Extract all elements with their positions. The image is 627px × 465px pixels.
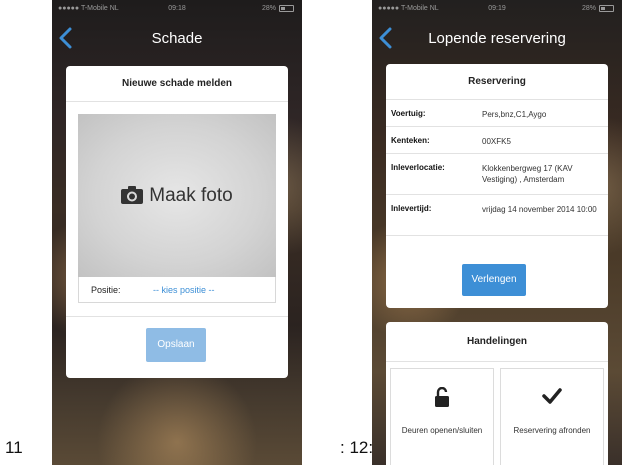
detail-row-vehicle: Voertuig: Pers,bnz,C1,Aygo [386, 100, 608, 127]
save-button[interactable]: Opslaan [146, 328, 206, 362]
camera-icon [121, 186, 144, 204]
detail-value: 00XFK5 [482, 137, 511, 146]
detail-key: Kenteken: [391, 136, 430, 145]
take-photo-button[interactable]: Maak foto [78, 114, 276, 277]
position-row: Positie: -- kies positie -- [78, 277, 276, 303]
detail-row-return-location: Inleverlocatie: Klokkenbergweg 17 (KAV V… [386, 154, 608, 195]
figure-caption-12: : 12: [340, 438, 374, 457]
detail-value: vrijdag 14 november 2014 10:00 [482, 205, 597, 214]
phone-screen-reservation: ●●●●● T-Mobile NL 09:19 28% Lopende rese… [372, 0, 622, 465]
extend-button[interactable]: Verlengen [462, 264, 526, 296]
action-label: Reservering afronden [513, 426, 591, 435]
finish-reservation-button[interactable]: Reservering afronden [500, 368, 604, 465]
card-title: Nieuwe schade melden [66, 66, 288, 102]
card-title: Reservering [386, 64, 608, 100]
battery-percentage: 28% [581, 5, 596, 12]
detail-key: Inlevertijd: [391, 204, 432, 213]
battery-icon [599, 5, 614, 12]
action-label: Deuren openen/sluiten [401, 426, 483, 435]
detail-row-plate: Kenteken: 00XFK5 [386, 127, 608, 154]
navigation-bar: Lopende reservering [372, 18, 622, 58]
actions-card: Handelingen Deuren openen/sluiten Reserv… [386, 322, 608, 465]
toggle-doors-button[interactable]: Deuren openen/sluiten [390, 368, 494, 465]
page-title: Schade [151, 30, 203, 47]
unlock-icon [435, 387, 449, 407]
reservation-card: Reservering Voertuig: Pers,bnz,C1,Aygo K… [386, 64, 608, 308]
checkmark-icon [542, 388, 562, 404]
figure-caption-11: 11 [5, 438, 23, 457]
divider [66, 316, 288, 317]
photo-section: Maak foto Positie: -- kies positie -- [78, 114, 276, 303]
phone-screen-schade: ●●●●● T-Mobile NL 09:18 28% Schade Nieuw… [52, 0, 302, 465]
position-select[interactable]: -- kies positie -- [153, 285, 215, 295]
battery-percentage: 28% [261, 5, 276, 12]
page-title: Lopende reservering [428, 30, 566, 47]
battery-icon [279, 5, 294, 12]
detail-key: Inleverlocatie: [391, 163, 445, 172]
detail-row-return-time: Inlevertijd: vrijdag 14 november 2014 10… [386, 195, 608, 236]
navigation-bar: Schade [52, 18, 302, 58]
card-title: Handelingen [386, 322, 608, 362]
detail-value: Pers,bnz,C1,Aygo [482, 110, 547, 119]
take-photo-label: Maak foto [149, 185, 233, 206]
detail-key: Voertuig: [391, 109, 426, 118]
detail-value: Klokkenbergweg 17 (KAV Vestiging) , Amst… [482, 164, 573, 184]
damage-report-card: Nieuwe schade melden Maak foto Positie: … [66, 66, 288, 378]
status-bar: ●●●●● T-Mobile NL 09:19 28% [372, 0, 622, 18]
position-label: Positie: [91, 285, 121, 295]
status-bar: ●●●●● T-Mobile NL 09:18 28% [52, 0, 302, 18]
